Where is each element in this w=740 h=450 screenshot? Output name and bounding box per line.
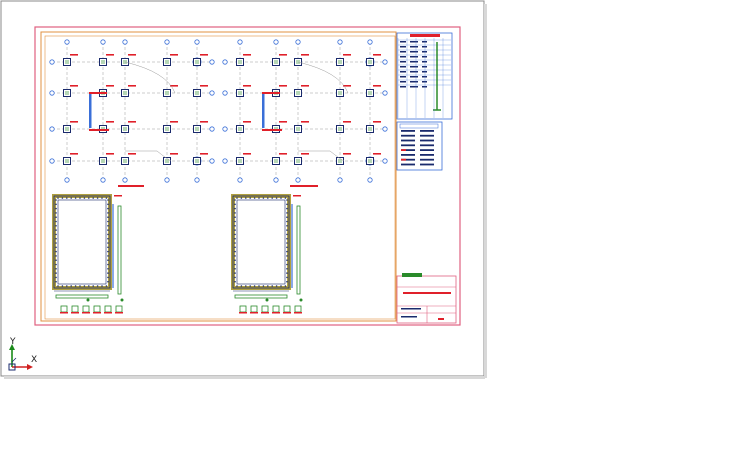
cad-viewport[interactable] [0,0,740,450]
sheet-shadow [4,376,485,379]
ucs-y-label: Y [10,337,16,347]
plan-title-bar-right [290,185,318,187]
sheet-shadow-side [484,4,487,378]
plan-title-bar-left [118,185,144,187]
ucs-x-label: X [31,355,38,365]
